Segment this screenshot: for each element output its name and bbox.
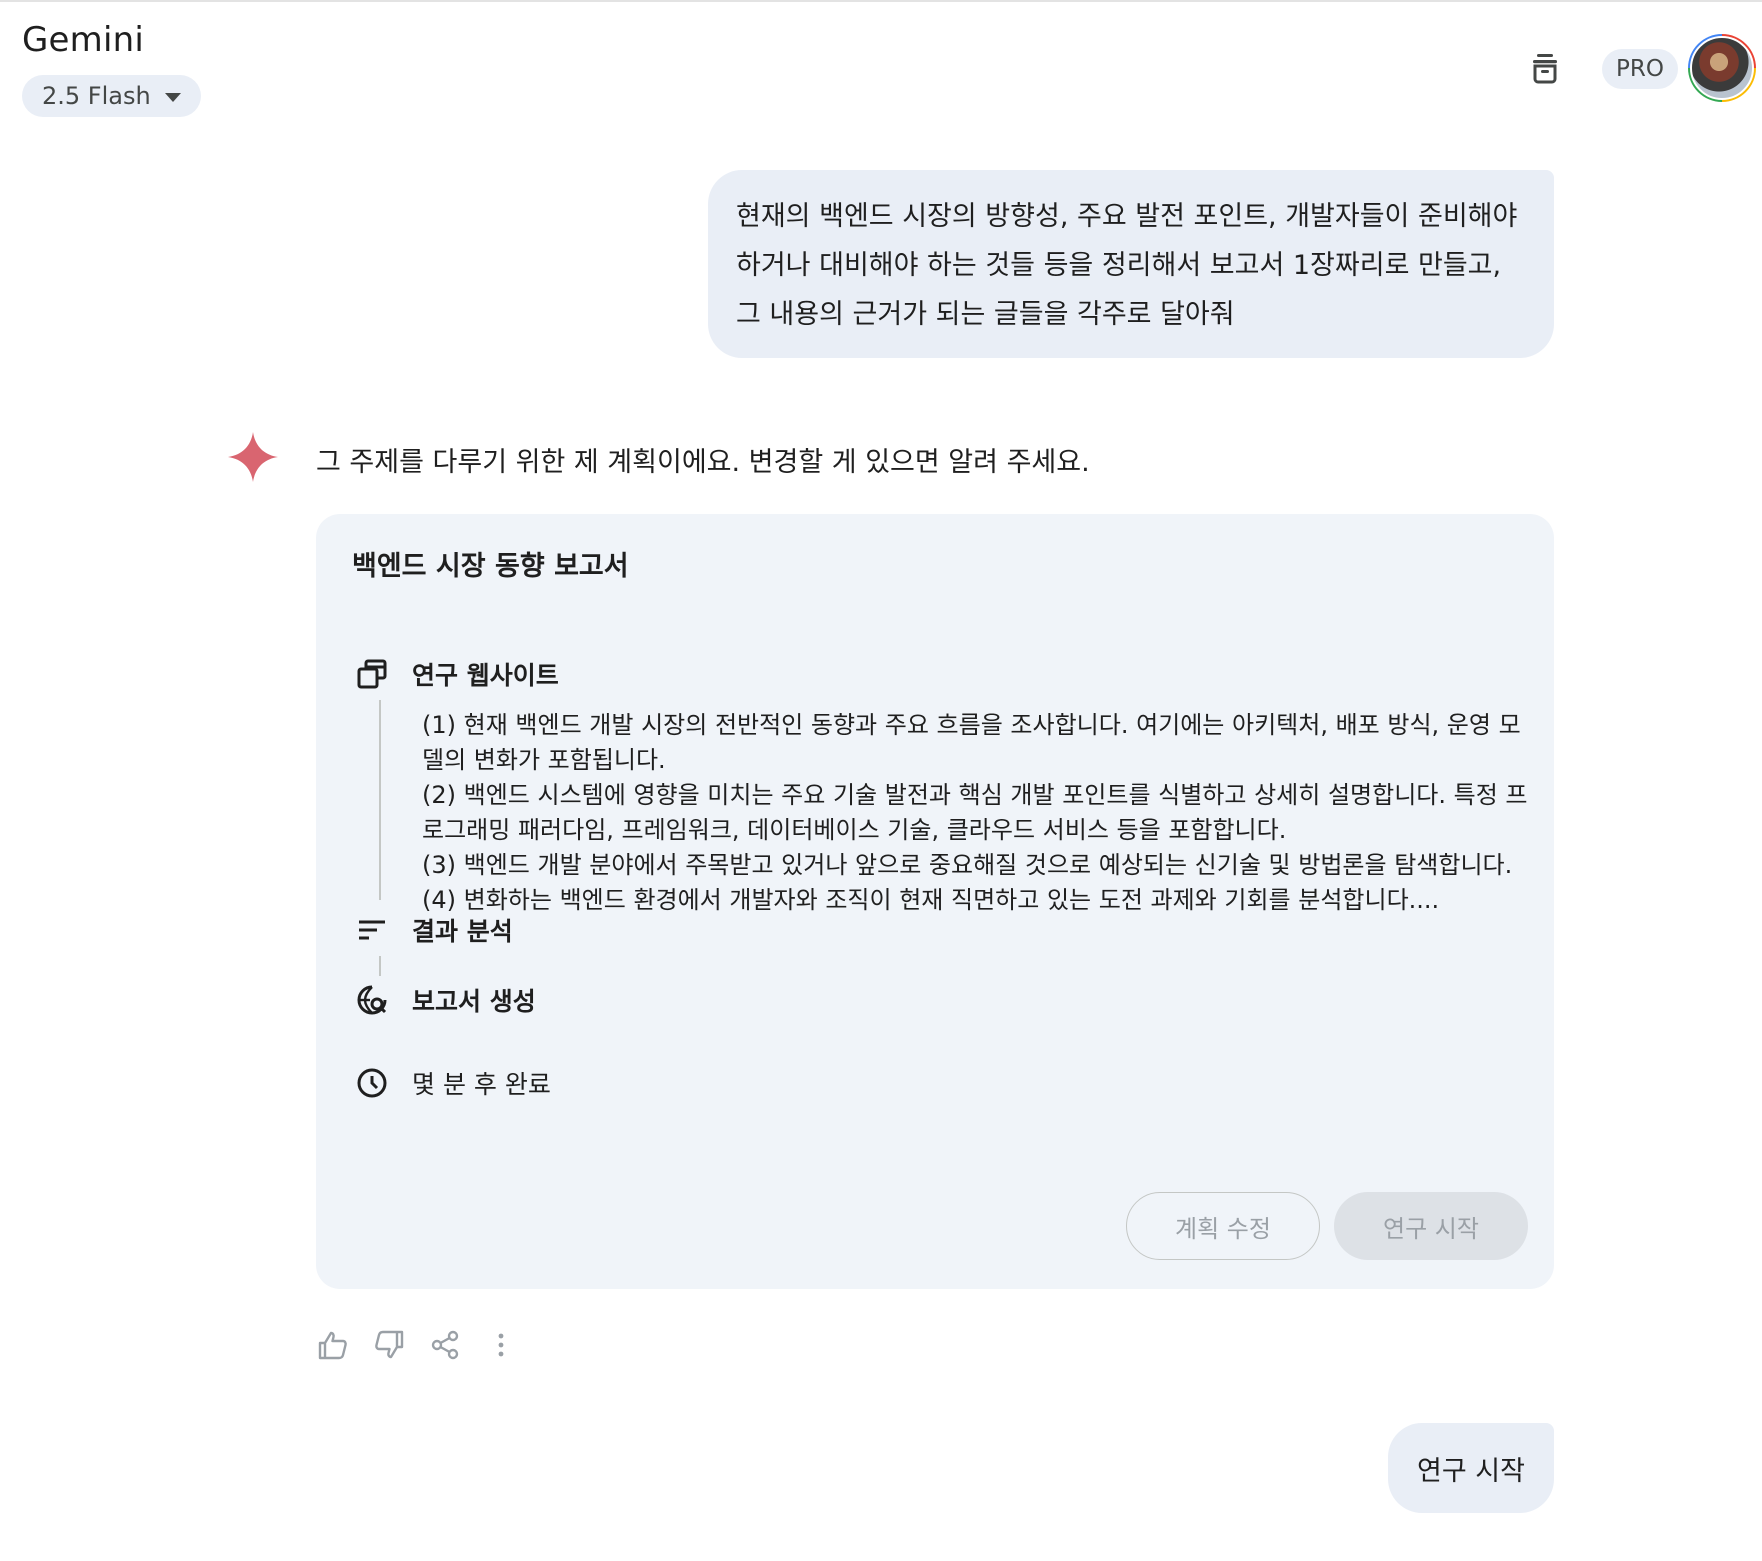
globe-search-icon [357, 985, 387, 1015]
thumbs-up-icon [318, 1331, 347, 1360]
edit-plan-button[interactable]: 계획 수정 [1126, 1192, 1320, 1260]
step-detail-3: (3) 백엔드 개발 분야에서 주목받고 있거나 앞으로 중요해질 것으로 예상… [422, 851, 1513, 879]
step-connector-line [379, 700, 381, 900]
plan-title: 백엔드 시장 동향 보고서 [352, 551, 629, 582]
share-icon [431, 1330, 459, 1360]
share-button[interactable] [428, 1328, 462, 1362]
browser-window-icon [357, 659, 387, 689]
archive-icon [1533, 54, 1557, 84]
pro-badge: PRO [1602, 49, 1678, 89]
thumbs-up-button[interactable] [316, 1328, 350, 1362]
gemini-chat-page: Gemini 2.5 Flash PRO 현재의 백엔드 시장의 방향성, 주요… [0, 0, 1762, 1561]
user-message-bubble: 현재의 백엔드 시장의 방향성, 주요 발전 포인트, 개발자들이 준비해야 하… [708, 170, 1554, 358]
assistant-intro-text: 그 주제를 다루기 위한 제 계획이에요. 변경할 게 있으면 알려 주세요. [316, 447, 1090, 478]
step-connector-line [379, 956, 381, 976]
step-detail-1: (1) 현재 백엔드 개발 시장의 전반적인 동향과 주요 흐름을 조사합니다.… [422, 711, 1521, 774]
app-title: Gemini [22, 20, 145, 60]
step-label: 보고서 생성 [412, 987, 536, 1016]
caret-down-icon [164, 92, 181, 102]
plan-step-analyze-results: 결과 분석 [356, 912, 513, 948]
more-options-button[interactable] [484, 1328, 518, 1362]
more-vert-icon [498, 1333, 504, 1357]
plan-step-create-report: 보고서 생성 [356, 982, 536, 1018]
avatar[interactable] [1688, 34, 1756, 102]
step-label: 결과 분석 [412, 917, 513, 946]
clock-icon [357, 1068, 387, 1098]
time-estimate: 몇 분 후 완료 [356, 1065, 551, 1101]
model-selector[interactable]: 2.5 Flash [22, 75, 201, 117]
response-actions [316, 1328, 518, 1362]
thumbs-down-button[interactable] [372, 1328, 406, 1362]
time-estimate-label: 몇 분 후 완료 [412, 1070, 551, 1099]
archive-button[interactable] [1520, 46, 1570, 90]
step-label: 연구 웹사이트 [412, 661, 559, 690]
sort-lines-icon [359, 920, 385, 940]
research-plan-card: 백엔드 시장 동향 보고서 연구 웹사이트 (1) 현재 백엔드 개발 시장의 … [316, 514, 1554, 1289]
step-detail-4: (4) 변화하는 백엔드 환경에서 개발자와 조직이 현재 직면하고 있는 도전… [422, 886, 1440, 914]
model-label: 2.5 Flash [42, 82, 151, 110]
user-message-bubble: 연구 시작 [1388, 1423, 1554, 1513]
start-research-button[interactable]: 연구 시작 [1334, 1192, 1528, 1260]
avatar-image [1690, 36, 1754, 100]
thumbs-down-icon [375, 1330, 404, 1359]
plan-step-research-websites: 연구 웹사이트 [356, 656, 559, 692]
step-details: (1) 현재 백엔드 개발 시장의 전반적인 동향과 주요 흐름을 조사합니다.… [422, 708, 1532, 918]
step-detail-2: (2) 백엔드 시스템에 영향을 미치는 주요 기술 발전과 핵심 개발 포인트… [422, 781, 1528, 844]
gemini-sparkle-icon [228, 432, 278, 482]
